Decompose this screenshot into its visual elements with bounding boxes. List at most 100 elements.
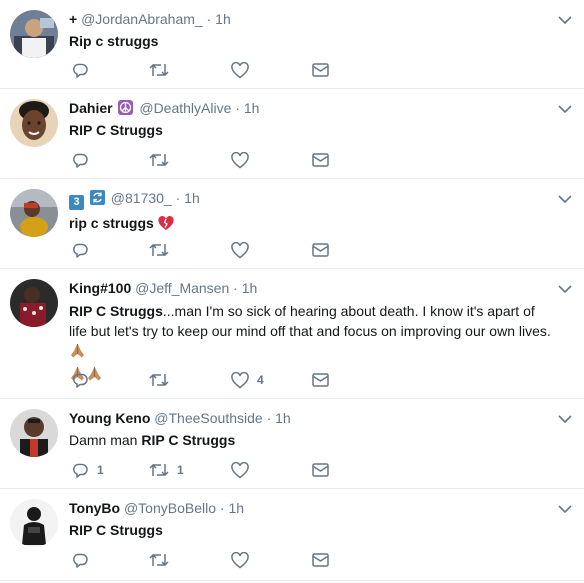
like-count: 4 — [257, 373, 264, 387]
tweet-prefix: + — [69, 11, 78, 27]
reply-button[interactable] — [71, 150, 97, 170]
separator-dot: · — [219, 500, 225, 516]
envelope-icon — [312, 463, 329, 477]
timestamp[interactable]: 1h — [275, 410, 291, 426]
reply-icon — [73, 243, 88, 258]
like-button[interactable] — [231, 550, 257, 570]
tweet-text: Damn man RIP C Struggs — [69, 431, 556, 449]
tweet-text-bold: RIP C Struggs — [141, 432, 236, 448]
timestamp[interactable]: 1h — [184, 190, 200, 206]
chevron-down-icon[interactable] — [558, 12, 572, 30]
reply-button[interactable]: 1 — [71, 460, 104, 480]
timestamp[interactable]: 1h — [215, 11, 231, 27]
tweet-feed: + @JordanAbraham_ · 1h Rip c struggs Dah… — [0, 0, 584, 581]
tweet-actions: 1 1 — [69, 460, 584, 480]
retweet-button[interactable] — [149, 150, 177, 170]
tweet-text: RIP C Struggs — [69, 521, 556, 539]
reply-icon — [73, 553, 88, 568]
separator-dot: · — [206, 11, 212, 27]
reply-button[interactable] — [71, 550, 97, 570]
tweet-text-bold: rip c struggs — [69, 215, 154, 231]
user-handle[interactable]: @81730_ — [111, 190, 172, 206]
separator-dot: · — [233, 280, 238, 296]
chevron-down-icon[interactable] — [558, 501, 572, 519]
reply-button[interactable] — [71, 370, 97, 390]
timestamp[interactable]: 1h — [242, 280, 258, 296]
reply-icon — [73, 153, 88, 168]
tweet-text-bold: RIP C Struggs — [69, 522, 163, 538]
tweet-text-bold: RIP C Struggs — [69, 303, 163, 319]
avatar[interactable] — [10, 499, 58, 547]
tweet[interactable]: + @JordanAbraham_ · 1h Rip c struggs — [0, 0, 584, 89]
chevron-down-icon[interactable] — [558, 281, 572, 299]
tweet-header: + @JordanAbraham_ · 1h — [69, 10, 556, 28]
direct-message-button[interactable] — [312, 550, 329, 570]
tweet-header: Young Keno @TheeSouthside · 1h — [69, 409, 556, 427]
tweet-header: King#100 @Jeff_Mansen · 1h — [69, 279, 556, 297]
tweet[interactable]: TonyBo @TonyBoBello · 1h RIP C Struggs — [0, 489, 584, 581]
user-handle[interactable]: @TheeSouthside — [154, 410, 262, 426]
retweet-icon — [149, 463, 169, 477]
chevron-down-icon[interactable] — [558, 411, 572, 429]
reply-button[interactable] — [71, 240, 97, 260]
tweet-actions: 4 — [69, 370, 584, 390]
retweet-button[interactable] — [149, 370, 177, 390]
tweet[interactable]: King#100 @Jeff_Mansen · 1h RIP C Struggs… — [0, 269, 584, 399]
retweet-count: 1 — [177, 463, 184, 477]
heart-icon — [231, 61, 249, 78]
user-name[interactable]: Young Keno — [69, 410, 150, 426]
user-handle[interactable]: @DeathlyAlive — [139, 100, 231, 116]
tweet[interactable]: Dahier @DeathlyAlive · 1h RIP C Struggs — [0, 89, 584, 179]
reply-icon — [73, 373, 88, 388]
number-badge: 3 — [69, 195, 84, 210]
chevron-down-icon[interactable] — [558, 191, 572, 209]
reply-button[interactable] — [71, 60, 97, 80]
like-button[interactable] — [231, 240, 257, 260]
user-handle[interactable]: @Jeff_Mansen — [135, 280, 229, 296]
retweet-button[interactable] — [149, 550, 177, 570]
user-handle[interactable]: @TonyBoBello — [124, 500, 216, 516]
tweet-header: TonyBo @TonyBoBello · 1h — [69, 499, 556, 517]
tweet-text-bold: Rip c struggs — [69, 33, 159, 49]
retweet-button[interactable] — [149, 240, 177, 260]
timestamp[interactable]: 1h — [244, 100, 260, 116]
user-name[interactable]: Dahier — [69, 100, 113, 116]
user-name[interactable]: King#100 — [69, 280, 131, 296]
retweet-button[interactable]: 1 — [149, 460, 184, 480]
direct-message-button[interactable] — [312, 150, 329, 170]
tweet-text: rip c struggs — [69, 214, 556, 235]
like-button[interactable] — [231, 150, 257, 170]
heart-icon — [231, 551, 249, 568]
reply-count: 1 — [97, 463, 104, 477]
user-name[interactable]: TonyBo — [69, 500, 120, 516]
retweet-icon — [149, 373, 169, 387]
avatar[interactable] — [10, 99, 58, 147]
tweet-text-body: Damn man — [69, 432, 142, 448]
direct-message-button[interactable] — [312, 60, 329, 80]
retweet-icon — [149, 153, 169, 167]
avatar[interactable] — [10, 409, 58, 457]
avatar[interactable] — [10, 279, 58, 327]
chevron-down-icon[interactable] — [558, 101, 572, 119]
retweet-icon — [149, 553, 169, 567]
like-button[interactable] — [231, 60, 257, 80]
arrows-cycle-icon — [89, 190, 105, 205]
direct-message-button[interactable] — [312, 370, 329, 390]
tweet-text: Rip c struggs — [69, 32, 556, 50]
retweet-icon — [149, 63, 169, 77]
retweet-button[interactable] — [149, 60, 177, 80]
tweet[interactable]: Young Keno @TheeSouthside · 1h Damn man … — [0, 399, 584, 489]
heart-icon — [231, 461, 249, 478]
tweet[interactable]: 3 @81730_ · 1h rip c struggs — [0, 179, 584, 269]
like-button[interactable]: 4 — [231, 370, 264, 390]
avatar[interactable] — [10, 10, 58, 58]
direct-message-button[interactable] — [312, 460, 329, 480]
like-button[interactable] — [231, 460, 257, 480]
user-handle[interactable]: @JordanAbraham_ — [81, 11, 203, 27]
reply-icon — [73, 63, 88, 78]
avatar[interactable] — [10, 189, 58, 237]
tweet-text-bold: RIP C Struggs — [69, 122, 163, 138]
tweet-header: Dahier @DeathlyAlive · 1h — [69, 99, 556, 117]
direct-message-button[interactable] — [312, 240, 329, 260]
timestamp[interactable]: 1h — [228, 500, 244, 516]
